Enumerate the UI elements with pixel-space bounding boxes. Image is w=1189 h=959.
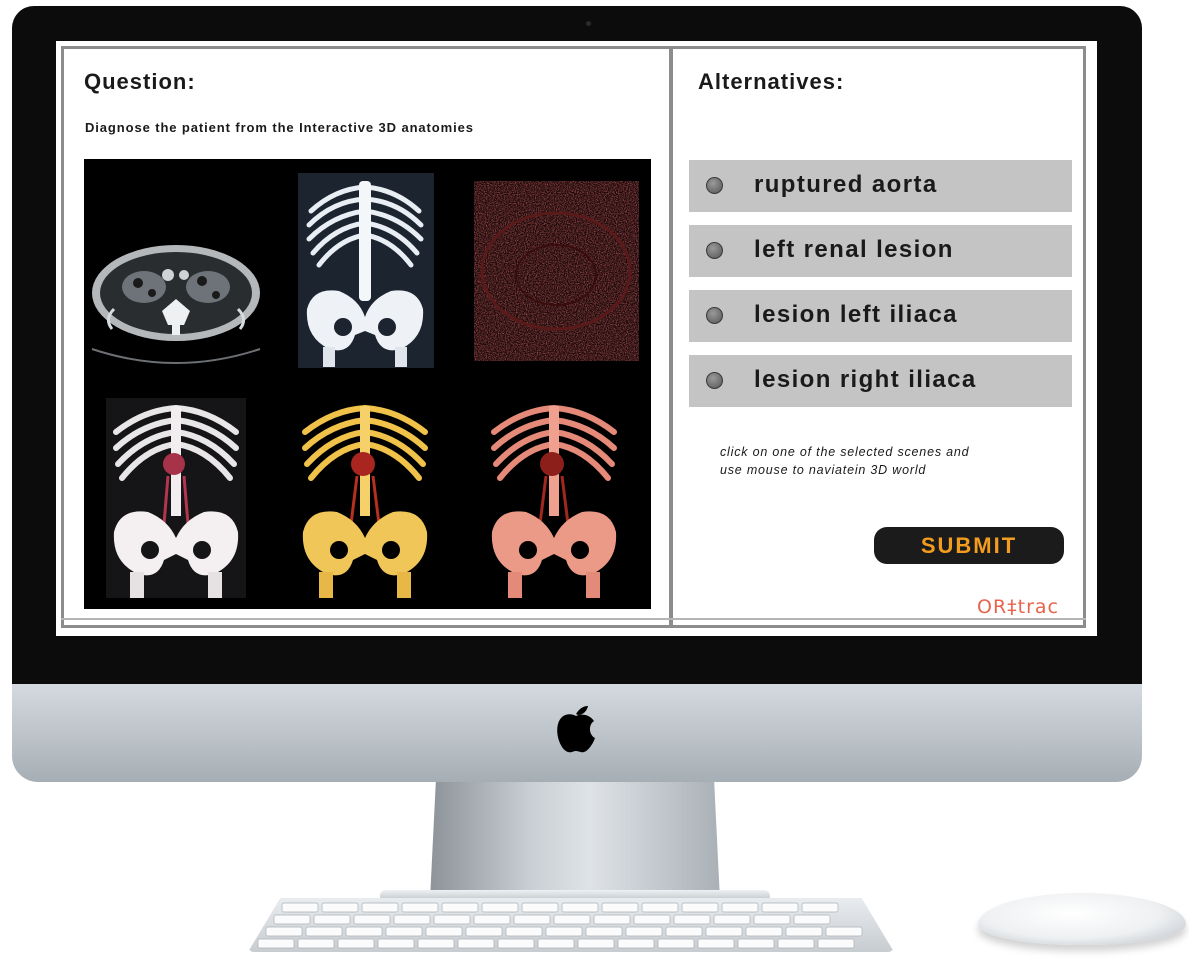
perfusion-map-scene[interactable] [462, 159, 651, 384]
keyboard [248, 898, 894, 952]
keyboard-key [305, 926, 343, 937]
instruction-text: click on one of the selected scenes and … [720, 443, 1080, 479]
keyboard-key [505, 926, 543, 937]
option-left-renal-lesion[interactable]: left renal lesion [689, 225, 1072, 277]
coronal-mip-scene[interactable] [273, 159, 462, 384]
scene-grid [84, 159, 651, 609]
keyboard-key [593, 914, 631, 925]
keyboard-key [385, 926, 423, 937]
keyboard-key [313, 914, 351, 925]
keyboard-key [673, 914, 711, 925]
radio-icon[interactable] [706, 372, 723, 389]
keyboard-key [785, 926, 823, 937]
keyboard-key [745, 926, 783, 937]
panel-divider [669, 46, 673, 628]
keyboard-key [265, 926, 303, 937]
keyboard-key [361, 902, 399, 913]
keyboard-key [761, 902, 799, 913]
keyboard-key [633, 914, 671, 925]
option-ruptured-aorta[interactable]: ruptured aorta [689, 160, 1072, 212]
option-label: lesion left iliaca [754, 301, 958, 328]
imac-mockup: Question: Diagnose the patient from the … [0, 0, 1189, 959]
option-lesion-right-iliaca[interactable]: lesion right iliaca [689, 355, 1072, 407]
keyboard-key [281, 902, 319, 913]
keyboard-key [617, 938, 655, 949]
keyboard-key [457, 938, 495, 949]
vr-gold-scene[interactable] [273, 384, 462, 609]
keyboard-key [377, 938, 415, 949]
submit-button[interactable]: SUBMIT [874, 527, 1064, 564]
keyboard-key [713, 914, 751, 925]
instruction-line-1: click on one of the selected scenes and [720, 445, 970, 459]
keyboard-key [801, 902, 839, 913]
keyboard-key [665, 926, 703, 937]
option-label: lesion right iliaca [754, 366, 977, 393]
keyboard-key [561, 902, 599, 913]
keyboard-key [697, 938, 735, 949]
keyboard-key [393, 914, 431, 925]
instruction-line-2: use mouse to naviatein 3D world [720, 463, 927, 477]
keyboard-key [465, 926, 503, 937]
keyboard-keys [257, 902, 863, 949]
keyboard-key [585, 926, 623, 937]
keyboard-key [273, 914, 311, 925]
screen: Question: Diagnose the patient from the … [56, 41, 1097, 636]
option-lesion-left-iliaca[interactable]: lesion left iliaca [689, 290, 1072, 342]
option-label: ruptured aorta [754, 171, 938, 198]
keyboard-key [401, 902, 439, 913]
vr-red-scene[interactable] [462, 384, 651, 609]
keyboard-key [513, 914, 551, 925]
keyboard-key [577, 938, 615, 949]
keyboard-key [625, 926, 663, 937]
keyboard-key [425, 926, 463, 937]
keyboard-key [825, 926, 863, 937]
keyboard-key [481, 902, 519, 913]
keyboard-key [353, 914, 391, 925]
keyboard-key [321, 902, 359, 913]
keyboard-key [537, 938, 575, 949]
keyboard-key [737, 938, 775, 949]
keyboard-key [337, 938, 375, 949]
radio-icon[interactable] [706, 177, 723, 194]
keyboard-key [545, 926, 583, 937]
keyboard-key [681, 902, 719, 913]
radio-icon[interactable] [706, 242, 723, 259]
keyboard-key [521, 902, 559, 913]
option-label: left renal lesion [754, 236, 954, 263]
keyboard-key [601, 902, 639, 913]
keyboard-key [793, 914, 831, 925]
keyboard-key [473, 914, 511, 925]
keyboard-key [345, 926, 383, 937]
keyboard-key [417, 938, 455, 949]
radio-icon[interactable] [706, 307, 723, 324]
keyboard-key [721, 902, 759, 913]
keyboard-key [753, 914, 791, 925]
question-text: Diagnose the patient from the Interactiv… [85, 120, 474, 135]
alternatives-list: ruptured aorta left renal lesion lesion … [689, 160, 1072, 420]
keyboard-key [705, 926, 743, 937]
keyboard-key [657, 938, 695, 949]
keyboard-key [441, 902, 479, 913]
keyboard-key [433, 914, 471, 925]
brand-logo: OR‡trac [977, 596, 1060, 618]
alternatives-heading: Alternatives: [698, 69, 845, 94]
bottom-rule [61, 618, 1086, 620]
camera-icon [586, 21, 591, 26]
keyboard-key [553, 914, 591, 925]
keyboard-key [297, 938, 335, 949]
keyboard-key [257, 938, 295, 949]
question-heading: Question: [84, 69, 196, 94]
keyboard-key [497, 938, 535, 949]
axial-ct-scene[interactable] [84, 159, 273, 384]
keyboard-key [817, 938, 855, 949]
keyboard-key [641, 902, 679, 913]
vr-white-scene[interactable] [84, 384, 273, 609]
magic-mouse [978, 893, 1186, 945]
apple-logo-icon [557, 706, 595, 753]
keyboard-key [777, 938, 815, 949]
monitor-stand [430, 782, 720, 900]
